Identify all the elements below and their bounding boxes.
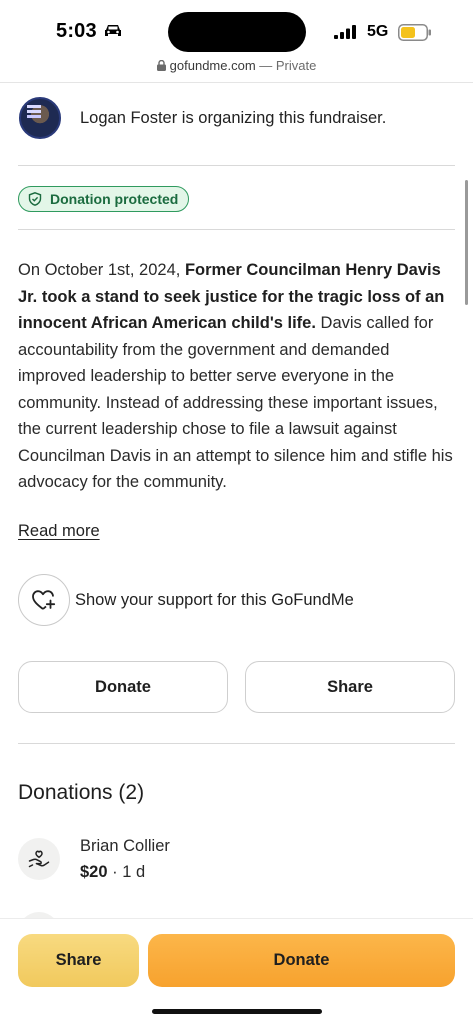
url-bar[interactable]: gofundme.com — Private xyxy=(0,58,473,80)
share-button[interactable]: Share xyxy=(245,661,455,713)
support-row[interactable]: Show your support for this GoFundMe xyxy=(18,574,354,626)
shield-icon xyxy=(28,192,42,206)
story-text: On October 1st, 2024, Former Councilman … xyxy=(18,257,458,496)
car-icon xyxy=(105,25,121,36)
donation-amount: $20 xyxy=(80,863,108,881)
home-indicator[interactable] xyxy=(152,1009,322,1014)
donation-time: · 1 d xyxy=(107,863,146,881)
support-label: Show your support for this GoFundMe xyxy=(75,590,354,609)
hand-heart-icon xyxy=(18,838,60,880)
story-body: Davis called for accountability from the… xyxy=(18,314,453,491)
organizer-text: Logan Foster is organizing this fundrais… xyxy=(80,108,387,127)
organizer-row: Logan Foster is organizing this fundrais… xyxy=(19,97,386,139)
donations-title: Donations (2) xyxy=(18,781,145,804)
divider xyxy=(18,743,455,744)
organizer-avatar[interactable] xyxy=(19,97,61,139)
divider xyxy=(18,229,455,230)
top-divider xyxy=(0,82,473,83)
url-privacy: — Private xyxy=(255,58,317,73)
status-time: 5:03 xyxy=(56,20,97,42)
story-intro: On October 1st, 2024, xyxy=(18,261,185,279)
share-button-sticky[interactable]: Share xyxy=(18,934,139,987)
donor-name: Brian Collier xyxy=(80,837,170,855)
support-button[interactable] xyxy=(18,574,70,626)
scrollbar[interactable] xyxy=(465,180,468,305)
dynamic-island xyxy=(168,12,306,52)
heart-plus-icon xyxy=(32,590,56,610)
read-more-link[interactable]: Read more xyxy=(18,522,100,541)
donate-button-sticky[interactable]: Donate xyxy=(148,934,455,987)
donation-protected-badge[interactable]: Donation protected xyxy=(18,186,190,212)
divider xyxy=(18,165,455,166)
lock-icon xyxy=(156,60,166,71)
status-bar: 5:03 5G xyxy=(0,0,473,56)
network-label: 5G xyxy=(367,23,389,40)
donate-button[interactable]: Donate xyxy=(18,661,228,713)
signal-icon xyxy=(334,25,356,39)
donation-amount-line: $20 · 1 d xyxy=(80,858,170,886)
badge-label: Donation protected xyxy=(50,191,179,207)
battery-icon xyxy=(398,24,431,41)
donation-item: Brian Collier $20 · 1 d xyxy=(18,834,170,886)
donation-details: Brian Collier $20 · 1 d xyxy=(80,834,170,886)
url-domain: gofundme.com xyxy=(169,58,256,73)
